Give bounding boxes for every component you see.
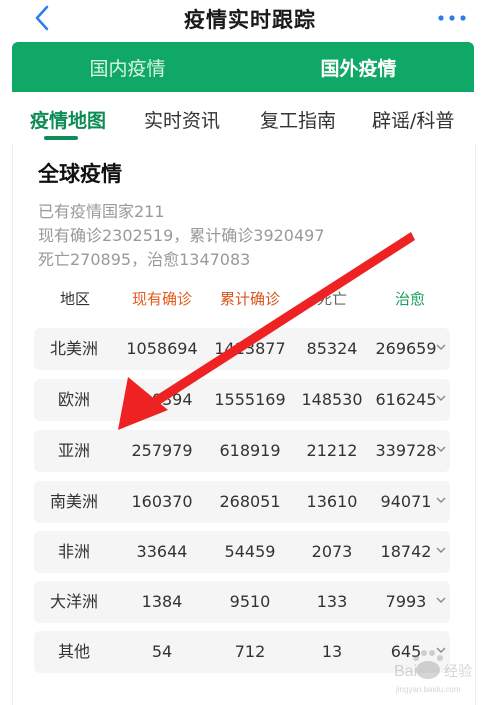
cell-total: 1413877 xyxy=(214,339,286,358)
table-row[interactable]: 亚洲 257979 618919 21212 339728 xyxy=(34,430,450,472)
active-tab-indicator xyxy=(44,136,78,140)
cell-total: 268051 xyxy=(219,492,281,511)
cell-region: 南美洲 xyxy=(49,492,98,511)
svg-text:jingyan.baidu.com: jingyan.baidu.com xyxy=(395,685,461,694)
cell-cured: 339728 xyxy=(375,441,437,460)
svg-text:经验: 经验 xyxy=(444,664,472,680)
stat-confirmed: 现有确诊2302519，累计确诊3920497 xyxy=(38,226,325,245)
cell-current: 54 xyxy=(151,642,173,661)
region-segment-control: 国内疫情 国外疫情 xyxy=(12,42,474,92)
more-dots-icon xyxy=(438,15,466,21)
tab-work-guide[interactable]: 复工指南 xyxy=(260,106,336,133)
cell-total: 54459 xyxy=(224,542,276,561)
header-cured: 治愈 xyxy=(394,290,425,308)
table-row[interactable]: 欧洲 790394 1555169 148530 616245 xyxy=(34,379,450,421)
cell-total: 712 xyxy=(234,642,266,661)
header-current-confirmed: 现有确诊 xyxy=(131,290,192,308)
cell-deaths: 13610 xyxy=(306,492,358,511)
cell-cured: 7993 xyxy=(385,592,427,611)
tab-rumor-science[interactable]: 辟谣/科普 xyxy=(372,106,454,133)
cell-deaths: 148530 xyxy=(301,390,363,409)
cell-region: 非洲 xyxy=(57,542,90,561)
cell-total: 1555169 xyxy=(214,390,286,409)
cell-region: 欧洲 xyxy=(57,390,90,409)
cell-cured: 616245 xyxy=(375,390,437,409)
baidu-jingyan-watermark: Bai 经验 jingyan.baidu.com xyxy=(394,650,472,694)
cell-region: 亚洲 xyxy=(57,441,90,460)
table-row[interactable]: 非洲 33644 54459 2073 18742 xyxy=(34,531,450,573)
cell-cured: 94071 xyxy=(380,492,432,511)
sub-tab-bar: 疫情地图 实时资讯 复工指南 辟谣/科普 xyxy=(0,92,500,144)
stat-countries: 已有疫情国家211 xyxy=(38,202,165,221)
table-row[interactable]: 大洋洲 1384 9510 133 7993 xyxy=(34,581,450,623)
cell-region: 大洋洲 xyxy=(49,592,98,611)
chevron-down-icon xyxy=(436,547,446,553)
chevron-down-icon xyxy=(436,446,446,452)
cell-region: 其他 xyxy=(57,642,90,661)
chevron-down-icon xyxy=(436,497,446,503)
cell-current: 160370 xyxy=(131,492,193,511)
more-button[interactable] xyxy=(434,8,470,28)
chevron-down-icon xyxy=(436,597,446,603)
chevron-down-icon xyxy=(436,395,446,401)
cell-deaths: 133 xyxy=(316,592,348,611)
stat-deaths-cured: 死亡270895，治愈1347083 xyxy=(38,250,251,269)
svg-text:Bai: Bai xyxy=(394,663,417,680)
cell-cured: 18742 xyxy=(380,542,432,561)
header-region: 地区 xyxy=(59,290,90,308)
cell-current: 790394 xyxy=(131,390,193,409)
chevron-down-icon xyxy=(436,344,446,350)
table-row[interactable]: 南美洲 160370 268051 13610 94071 xyxy=(34,481,450,523)
tab-realtime-news[interactable]: 实时资讯 xyxy=(144,106,220,133)
top-nav-bar: 疫情实时跟踪 xyxy=(0,0,500,37)
cell-total: 618919 xyxy=(219,441,281,460)
cell-region: 北美洲 xyxy=(49,339,98,358)
cell-total: 9510 xyxy=(229,592,271,611)
cell-current: 33644 xyxy=(136,542,188,561)
tab-overseas[interactable]: 国外疫情 xyxy=(243,42,474,92)
section-title: 全球疫情 xyxy=(38,162,122,186)
cell-current: 1384 xyxy=(141,592,183,611)
cell-current: 257979 xyxy=(131,441,193,460)
tab-domestic[interactable]: 国内疫情 xyxy=(12,42,243,92)
cell-deaths: 85324 xyxy=(306,339,358,358)
header-total-confirmed: 累计确诊 xyxy=(219,290,280,308)
cell-deaths: 13 xyxy=(321,642,343,661)
cell-deaths: 2073 xyxy=(311,542,353,561)
cell-deaths: 21212 xyxy=(306,441,358,460)
tab-epidemic-map[interactable]: 疫情地图 xyxy=(30,106,106,133)
cell-cured: 269659 xyxy=(375,339,437,358)
page-title: 疫情实时跟踪 xyxy=(184,8,316,32)
header-deaths: 死亡 xyxy=(316,290,347,308)
cell-current: 1058694 xyxy=(126,339,198,358)
table-row[interactable]: 北美洲 1058694 1413877 85324 269659 xyxy=(34,328,450,370)
